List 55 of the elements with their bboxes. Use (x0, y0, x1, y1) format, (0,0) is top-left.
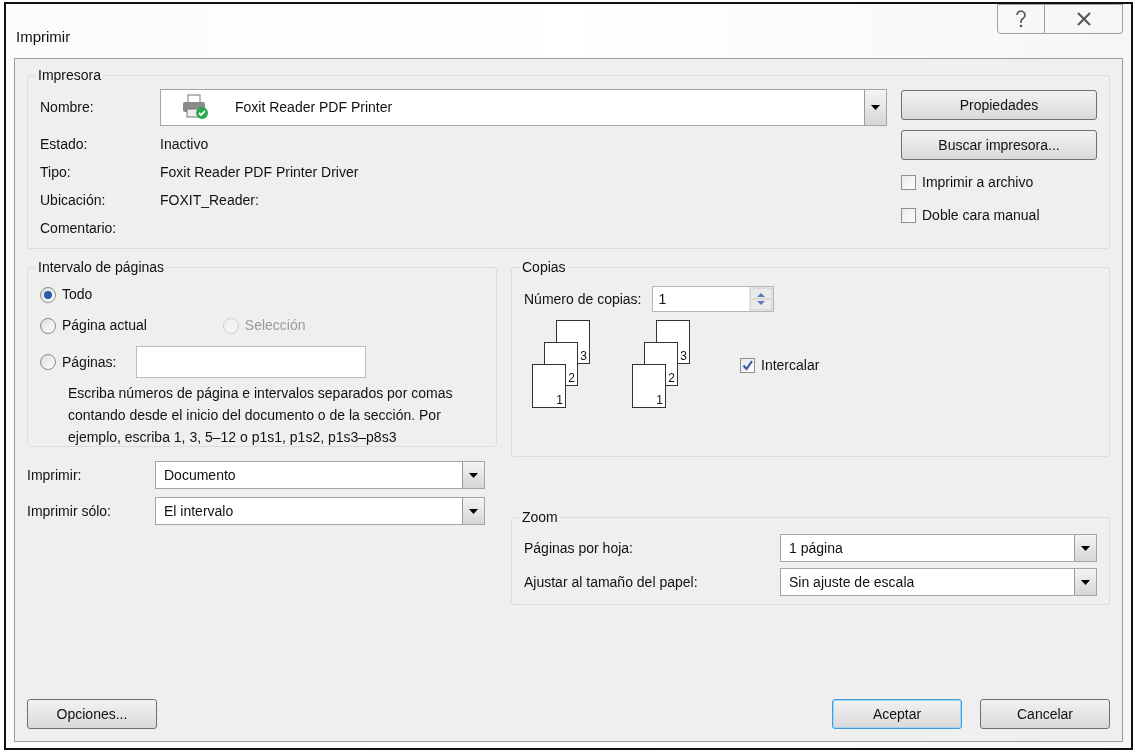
checkbox-label: Imprimir a archivo (922, 173, 1034, 192)
field-label: Páginas por hoja: (524, 538, 634, 558)
field-label: Ubicación: (40, 190, 107, 210)
page-number: 2 (668, 372, 675, 384)
printer-icon (181, 94, 209, 120)
button[interactable]: Aceptar (832, 699, 962, 729)
page-number: 3 (580, 350, 587, 362)
field-label: Número de copias: (524, 289, 642, 309)
dropdown[interactable]: Documento (155, 461, 485, 489)
field-label: Nombre: (40, 97, 95, 117)
checkbox[interactable] (901, 175, 916, 190)
field-label: Tipo: (40, 162, 72, 182)
close-icon[interactable] (1045, 4, 1123, 34)
group-legend: Zoom (520, 507, 560, 528)
field-label: Estado: (40, 134, 89, 154)
button[interactable]: Propiedades (901, 90, 1097, 120)
radio-label: Todo (62, 285, 93, 304)
page-number: 3 (680, 350, 687, 362)
radio-button[interactable] (40, 286, 56, 303)
window-title: Imprimir (16, 27, 71, 47)
printer-dropdown[interactable]: Foxit Reader PDF Printer (160, 88, 887, 126)
page-number: 1 (656, 394, 663, 406)
field-label: Comentario: (40, 218, 118, 238)
checkbox[interactable] (740, 357, 755, 373)
field-value: FOXIT_Reader: (160, 190, 259, 210)
help-icon[interactable] (997, 4, 1045, 34)
pages-hint: Escriba números de página e intervalos separados por comas contando desde el inicio del documento o de la sección. Por ejemplo, escriba 1, 3, 5–12 o p1s1, p1s2, p1s3–p8s3 (68, 384, 454, 447)
spinner-arrows-icon[interactable] (748, 287, 773, 311)
checkbox-label: Doble cara manual (922, 206, 1040, 225)
button[interactable]: Cancelar (980, 699, 1110, 729)
field-value: Inactivo (160, 134, 209, 154)
radio-button[interactable] (40, 354, 56, 370)
dropdown[interactable]: 1 página (780, 534, 1097, 562)
pages-input[interactable] (136, 346, 367, 378)
button[interactable]: Opciones... (27, 699, 157, 729)
radio-label: Selección (244, 316, 306, 335)
dropdown[interactable]: Sin ajuste de escala (780, 568, 1097, 596)
dropdown[interactable]: El intervalo (155, 497, 485, 525)
group-legend: Copias (520, 257, 568, 278)
field-label: Imprimir sólo: (27, 501, 112, 521)
group-legend: Impresora (36, 65, 104, 86)
printer-name: Foxit Reader PDF Printer (235, 97, 394, 117)
radio-label: Páginas: (62, 352, 117, 372)
page-number: 2 (568, 372, 575, 384)
checkbox[interactable] (901, 208, 916, 223)
field-label: Imprimir: (27, 465, 83, 485)
checkbox-label: Intercalar (761, 355, 820, 375)
copies-spinner[interactable]: 1 (651, 286, 774, 312)
button[interactable]: Buscar impresora... (901, 130, 1097, 160)
page-number: 1 (556, 394, 563, 406)
radio-button[interactable] (40, 317, 56, 334)
group-legend: Intervalo de páginas (36, 257, 167, 278)
radio-label: Página actual (62, 316, 147, 335)
field-label: Ajustar al tamaño del papel: (524, 572, 699, 592)
field-value: Foxit Reader PDF Printer Driver (160, 162, 359, 182)
